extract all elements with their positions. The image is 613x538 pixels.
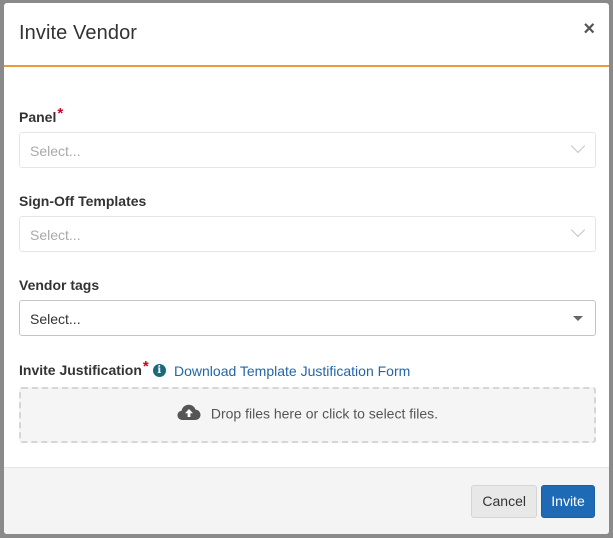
invite-button[interactable]: Invite: [541, 485, 595, 518]
file-dropzone[interactable]: Drop files here or click to select files…: [19, 387, 596, 443]
invite-vendor-modal: Invite Vendor × Panel* Select... Sign-Of…: [4, 3, 609, 534]
modal-footer: Cancel Invite: [4, 467, 609, 534]
panel-label: Panel*: [19, 105, 63, 126]
cancel-button[interactable]: Cancel: [471, 485, 537, 518]
dropzone-content: Drop files here or click to select files…: [21, 404, 594, 425]
required-indicator: *: [142, 358, 149, 375]
chevron-down-icon: [570, 222, 586, 238]
download-template-link[interactable]: Download Template Justification Form: [174, 363, 410, 379]
vendor-tags-label: Vendor tags: [19, 277, 100, 293]
invite-justification-label: Invite Justification* i: [19, 358, 166, 379]
signoff-templates-label: Sign-Off Templates: [19, 193, 147, 209]
vendor-tags-select[interactable]: Select...: [19, 300, 596, 336]
dropzone-text: Drop files here or click to select files…: [210, 405, 439, 422]
modal-title: Invite Vendor: [19, 22, 138, 44]
panel-select[interactable]: Select...: [19, 132, 596, 168]
panel-label-text: Panel: [19, 109, 57, 125]
invite-justification-label-text: Invite Justification: [19, 362, 142, 378]
signoff-templates-select[interactable]: Select...: [19, 216, 596, 252]
signoff-select-placeholder: Select...: [30, 227, 81, 243]
chevron-down-icon: [570, 138, 586, 154]
panel-select-placeholder: Select...: [30, 143, 81, 159]
vendor-tags-select-placeholder: Select...: [30, 311, 81, 327]
required-indicator: *: [57, 105, 64, 122]
close-icon[interactable]: ×: [583, 19, 595, 39]
modal-header: Invite Vendor ×: [4, 3, 609, 67]
info-icon[interactable]: i: [152, 363, 166, 377]
cloud-upload-icon: [177, 404, 201, 424]
caret-down-icon[interactable]: [573, 316, 583, 321]
